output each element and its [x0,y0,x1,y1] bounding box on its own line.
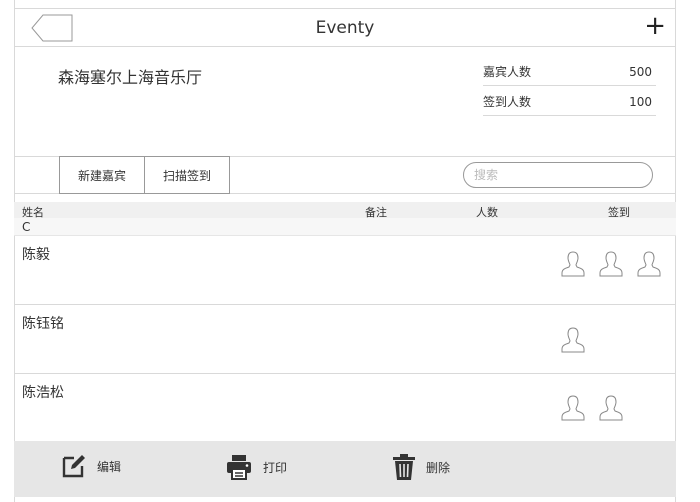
add-button[interactable]: + [644,12,666,40]
venue-name: 森海塞尔上海音乐厅 [58,68,203,87]
trash-icon [393,454,415,480]
stat-row-guests: 嘉宾人数 500 [483,56,656,86]
person-icon [561,327,585,353]
nav-bar: Eventy + [14,9,676,47]
new-guest-button[interactable]: 新建嘉宾 [59,156,145,194]
stat-row-checkins: 签到人数 100 [483,86,656,116]
print-label: 打印 [263,460,288,475]
table-row[interactable]: 陈浩松 [14,374,676,443]
stat-label: 签到人数 [483,95,532,109]
toolbar: 新建嘉宾 扫描签到 [14,156,676,194]
edit-button[interactable]: 编辑 [61,453,121,479]
scan-checkin-button[interactable]: 扫描签到 [144,156,230,194]
stat-value: 500 [629,64,652,79]
person-icon [561,395,585,421]
group-header: C [14,218,676,236]
person-icon [561,251,585,277]
page-title: Eventy [315,18,375,38]
person-icon [637,251,661,277]
stat-label: 嘉宾人数 [483,65,532,79]
edit-icon [62,455,85,478]
printer-icon [227,455,251,480]
checkin-icons [560,250,662,278]
delete-button[interactable]: 删除 [392,453,450,481]
guest-name: 陈毅 [22,247,50,263]
person-icon [599,251,623,277]
table-header: 姓名 备注 人数 签到 [14,202,676,219]
delete-label: 删除 [426,460,451,475]
table-row[interactable]: 陈毅 [14,236,676,305]
action-bar: 编辑 打印 删除 [14,441,676,497]
stats-panel: 嘉宾人数 500 签到人数 100 [483,56,656,116]
guest-name: 陈浩松 [22,385,64,401]
person-icon [599,395,623,421]
table-row[interactable]: 陈钰铭 [14,305,676,374]
guest-name: 陈钰铭 [22,316,64,332]
checkin-icons [560,326,586,354]
search-input[interactable] [463,162,653,188]
edit-label: 编辑 [97,459,122,474]
stat-value: 100 [629,94,652,109]
print-button[interactable]: 打印 [225,453,287,481]
checkin-icons [560,394,624,422]
